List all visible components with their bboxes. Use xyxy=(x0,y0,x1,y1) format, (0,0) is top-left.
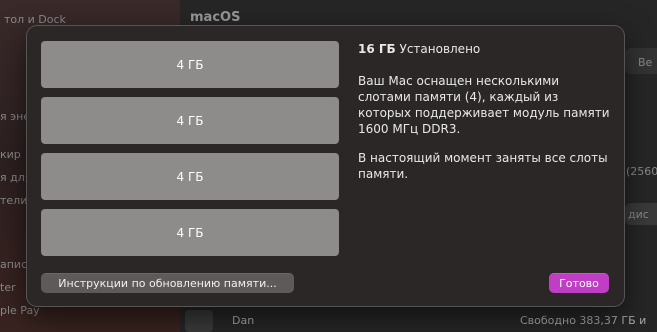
memory-total: 16 ГБ xyxy=(358,42,396,56)
memory-slot: 4 ГБ xyxy=(41,209,339,256)
sidebar-item[interactable]: ter xyxy=(0,281,16,294)
memory-slot-label: 4 ГБ xyxy=(176,57,204,72)
sidebar-item[interactable]: апис xyxy=(0,258,27,271)
sidebar-item[interactable]: кир xyxy=(0,148,21,161)
disk-icon xyxy=(185,310,213,332)
section-title: macOS xyxy=(190,10,241,25)
memory-slot-label: 4 ГБ xyxy=(176,225,204,240)
memory-upgrade-instructions-button[interactable]: Инструкции по обновлению памяти... xyxy=(41,273,294,293)
background-text: Ве xyxy=(638,56,653,69)
sidebar-item[interactable]: ple Pay xyxy=(0,304,40,317)
sidebar-item[interactable]: тол и Dock xyxy=(4,13,66,26)
background-text: дис xyxy=(628,208,649,221)
memory-slot: 4 ГБ xyxy=(41,153,339,200)
memory-slot: 4 ГБ xyxy=(41,41,339,88)
memory-total-headline: 16 ГБ Установлено xyxy=(358,41,613,57)
disk-free: Свободно 383,37 ГБ и xyxy=(520,314,647,327)
memory-slot-label: 4 ГБ xyxy=(176,169,204,184)
memory-info: 16 ГБ Установлено Ваш Mac оснащен нескол… xyxy=(358,41,613,195)
memory-sheet: 4 ГБ 4 ГБ 4 ГБ 4 ГБ 16 ГБ Установлено Ва… xyxy=(27,26,624,306)
memory-slot: 4 ГБ xyxy=(41,97,339,144)
background-text: (2560 xyxy=(626,165,657,178)
done-button[interactable]: Готово xyxy=(549,273,609,293)
memory-description: Ваш Mac оснащен несколькими слотами памя… xyxy=(358,74,610,136)
disk-name: Dan xyxy=(232,314,255,327)
memory-slot-label: 4 ГБ xyxy=(176,113,204,128)
memory-status: В настоящий момент заняты все слоты памя… xyxy=(358,151,608,181)
memory-total-suffix: Установлено xyxy=(399,42,481,56)
sidebar-item[interactable]: тели xyxy=(0,194,27,207)
